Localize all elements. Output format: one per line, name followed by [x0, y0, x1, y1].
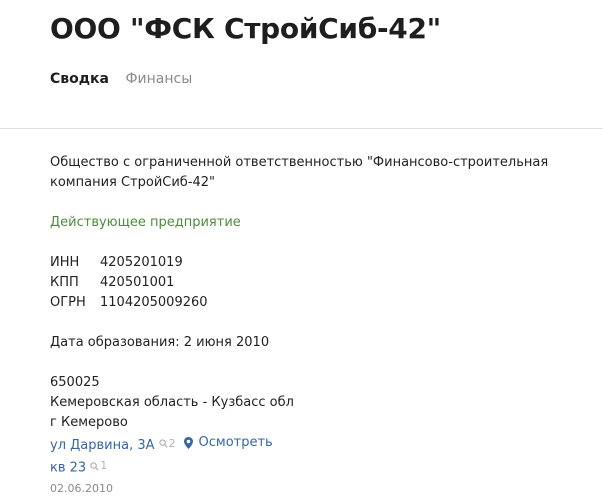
address-block: 650025 Кемеровская область - Кузбасс обл… [50, 373, 598, 498]
search-icon [90, 461, 99, 471]
address-date: 02.06.2010 [50, 481, 113, 495]
apartment-search-count-value: 1 [100, 459, 108, 472]
identifier-row-inn: ИНН 4205201019 [50, 253, 208, 273]
tab-summary[interactable]: Сводка [50, 71, 109, 87]
street-search-count[interactable]: 2 [158, 434, 176, 454]
identifier-label: ОГРН [50, 295, 86, 310]
address-apartment-line: кв 23 1 [50, 456, 598, 479]
header-divider [0, 128, 603, 129]
map-pin-icon [183, 437, 193, 449]
street-search-count-value: 2 [168, 436, 176, 450]
apartment-link[interactable]: кв 23 [50, 461, 86, 476]
identifier-value: 420501001 [100, 275, 175, 290]
show-on-map-label: Осмотреть [198, 435, 273, 450]
postal-code: 650025 [50, 375, 100, 390]
address-city: г Кемерово [50, 415, 128, 430]
tab-bar: Сводка Финансы [50, 71, 204, 87]
status-badge: Действующее предприятие [50, 215, 241, 230]
street-link[interactable]: ул Дарвина, 3А [50, 438, 155, 453]
identifier-value: 1104205009260 [100, 295, 208, 310]
identifier-label: ИНН [50, 255, 80, 270]
identifier-value: 4205201019 [100, 255, 183, 270]
tab-finances[interactable]: Финансы [125, 71, 192, 87]
address-street-line: ул Дарвина, 3А 2 Осмотреть [50, 433, 598, 456]
page-title: ООО "ФСК СтройСиб-42" [50, 12, 441, 45]
address-region: Кемеровская область - Кузбасс обл [50, 395, 294, 410]
identifier-row-kpp: КПП 420501001 [50, 273, 208, 293]
identifiers-table: ИНН 4205201019 КПП 420501001 ОГРН 110420… [50, 253, 208, 313]
identifier-row-ogrn: ОГРН 1104205009260 [50, 293, 208, 313]
search-icon [158, 439, 168, 448]
company-full-name: Общество с ограниченной ответственностью… [50, 155, 549, 190]
show-on-map-button[interactable]: Осмотреть [183, 433, 273, 453]
identifier-label: КПП [50, 275, 79, 290]
apartment-search-count[interactable]: 1 [90, 456, 107, 476]
company-summary: Общество с ограниченной ответственностью… [50, 153, 598, 498]
founding-date: Дата образования: 2 июня 2010 [50, 335, 270, 350]
